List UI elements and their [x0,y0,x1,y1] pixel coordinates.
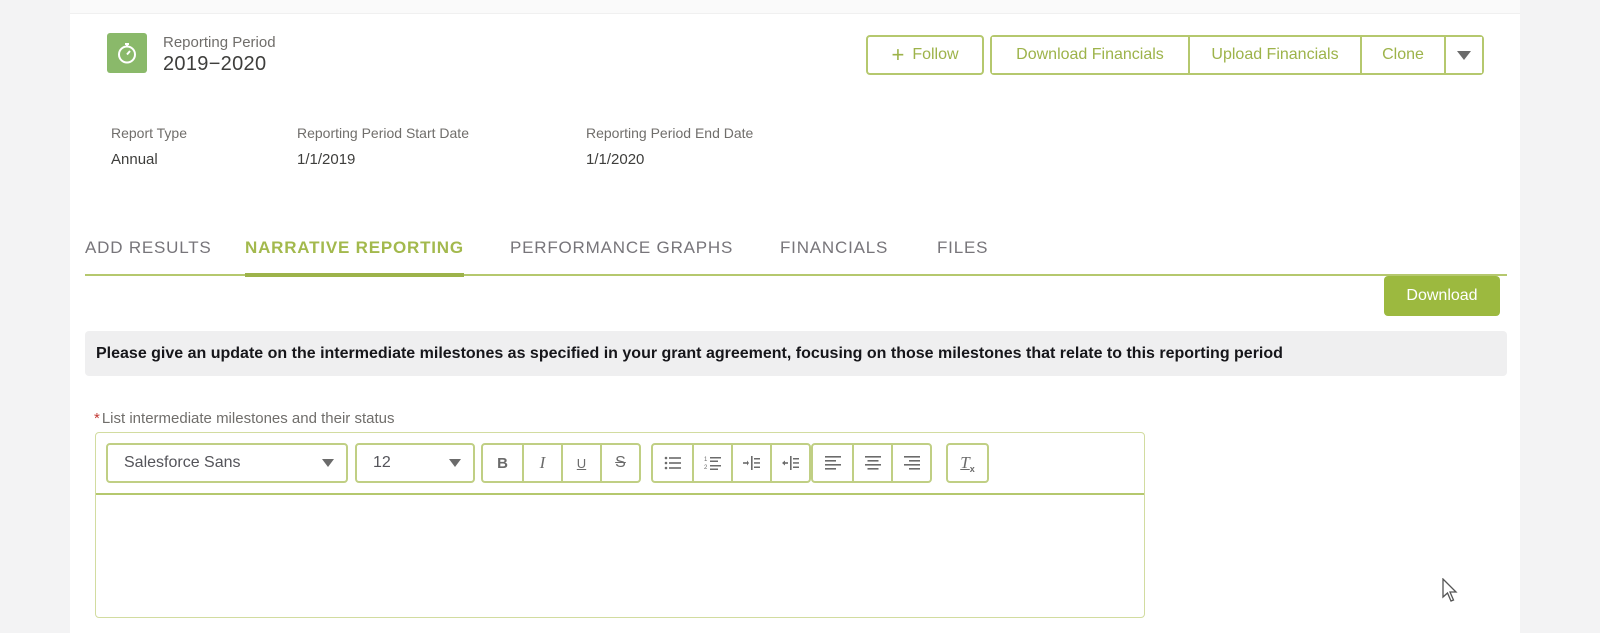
detail-value: Annual [111,151,158,168]
align-right-button[interactable] [891,445,930,481]
tab-financials[interactable]: FINANCIALS [780,238,888,274]
clear-formatting-glyph: T [960,453,970,472]
align-right-icon [903,456,920,470]
question-banner: Please give an update on the intermediat… [85,331,1507,376]
required-marker: * [94,410,100,427]
tab-add-results[interactable]: ADD RESULTS [85,238,212,274]
bold-icon: B [497,454,508,472]
reporting-period-value: 2019−2020 [163,53,267,75]
caret-down-icon [322,459,334,467]
tab-narrative-reporting[interactable]: NARRATIVE REPORTING [245,238,464,277]
tab-bar: ADD RESULTS NARRATIVE REPORTING PERFORMA… [85,238,1507,277]
alignment-group [811,443,932,483]
font-size-select[interactable]: 12 [355,443,475,483]
top-strip [70,0,1520,14]
outdent-icon [781,456,799,470]
align-center-icon [864,456,881,470]
svg-text:2: 2 [704,465,708,471]
follow-label: Follow [912,46,959,63]
strikethrough-icon: S [615,454,626,471]
italic-button[interactable]: I [522,445,561,481]
download-button[interactable]: Download [1384,276,1500,316]
align-left-button[interactable] [813,445,852,481]
follow-button[interactable]: + Follow [866,35,984,75]
clear-formatting-icon: Tx [960,453,975,474]
italic-icon: I [539,453,546,472]
field-label-text: List intermediate milestones and their s… [101,410,395,427]
download-financials-button[interactable]: Download Financials [992,37,1188,73]
underline-button[interactable]: U [561,445,600,481]
numbered-list-button[interactable]: 1 2 [692,445,731,481]
numbered-list-icon: 1 2 [704,457,721,471]
plus-icon: + [891,42,905,67]
record-actions: + Follow Download Financials Upload Fina… [866,35,1484,75]
detail-label: Reporting Period Start Date [297,125,469,141]
record-page: Reporting Period 2019−2020 + Follow Down… [70,0,1520,633]
bulleted-list-icon [664,456,681,470]
action-button-group: Download Financials Upload Financials Cl… [990,35,1484,75]
detail-value: 1/1/2019 [297,151,356,168]
indent-button[interactable] [731,445,770,481]
milestones-text-area[interactable] [96,495,1144,615]
mouse-cursor-icon [1442,578,1458,602]
detail-label: Report Type [111,125,188,141]
bulleted-list-button[interactable] [653,445,692,481]
caret-down-icon [449,459,461,467]
rich-text-editor: Salesforce Sans 12 B I U S 1 2 Tx [95,432,1145,618]
text-format-group: B I U S [481,443,641,483]
align-left-icon [824,456,841,470]
clear-formatting-x: x [969,464,975,474]
bold-button[interactable]: B [483,445,522,481]
outdent-button[interactable] [770,445,809,481]
font-family-select[interactable]: Salesforce Sans [106,443,348,483]
detail-label: Reporting Period End Date [586,125,754,141]
clear-format-group: Tx [946,443,989,483]
upload-financials-button[interactable]: Upload Financials [1188,37,1360,73]
tab-performance-graphs[interactable]: PERFORMANCE GRAPHS [510,238,733,274]
more-actions-button[interactable] [1444,37,1482,73]
list-indent-group: 1 2 [651,443,811,483]
align-center-button[interactable] [852,445,891,481]
detail-value: 1/1/2020 [586,151,645,168]
field-label: * List intermediate milestones and their … [94,410,395,427]
stopwatch-icon [107,33,147,73]
clear-formatting-button[interactable]: Tx [948,445,987,481]
indent-icon [742,456,760,470]
clone-button[interactable]: Clone [1360,37,1444,73]
underline-icon: U [576,455,587,471]
svg-text:1: 1 [704,457,708,463]
reporting-period-label: Reporting Period [163,34,276,51]
editor-toolbar: Salesforce Sans 12 B I U S 1 2 Tx [96,433,1144,495]
caret-down-icon [1457,50,1471,60]
detail-report-type: Report Type Annual [111,125,187,168]
detail-start-date: Reporting Period Start Date 1/1/2019 [297,125,469,168]
strikethrough-button[interactable]: S [600,445,639,481]
font-size-value: 12 [373,454,391,471]
detail-end-date: Reporting Period End Date 1/1/2020 [586,125,753,168]
font-family-value: Salesforce Sans [124,454,241,471]
tab-files[interactable]: FILES [937,238,988,274]
